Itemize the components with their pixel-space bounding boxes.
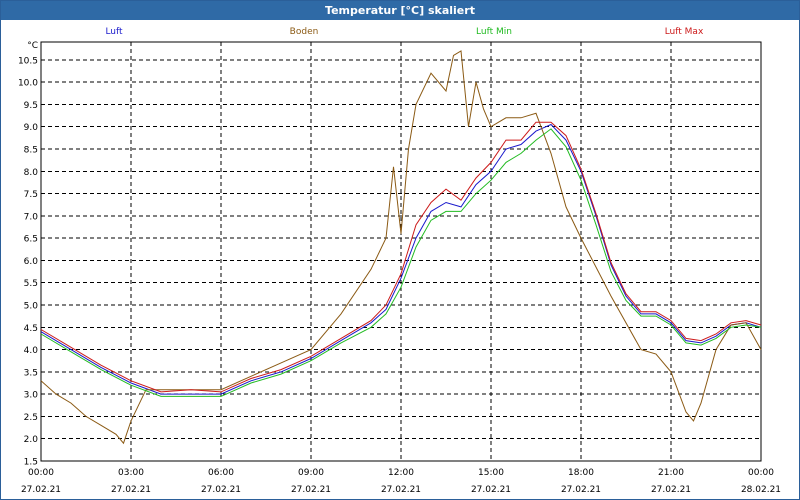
y-tick-label: 2.0 (24, 435, 39, 445)
x-tick-time-label: 12:00 (388, 468, 414, 478)
y-tick-label: 7.0 (24, 212, 39, 222)
y-tick-label: 10.5 (18, 56, 38, 66)
legend-entry-luft-max: Luft Max (665, 27, 704, 37)
x-tick-date-label: 27.02.21 (471, 485, 511, 495)
x-tick-time-label: 03:00 (118, 468, 144, 478)
x-tick-time-label: 18:00 (568, 468, 594, 478)
x-tick-time-label: 00:00 (748, 468, 774, 478)
x-tick-date-label: 27.02.21 (21, 485, 61, 495)
legend-entry-boden: Boden (290, 27, 319, 37)
y-tick-label: 8.0 (24, 168, 39, 178)
y-tick-label: 4.0 (24, 346, 39, 356)
y-tick-label: 5.0 (24, 301, 39, 311)
x-tick-time-label: 06:00 (208, 468, 234, 478)
y-tick-label: 5.5 (24, 279, 38, 289)
x-tick-time-label: 21:00 (658, 468, 684, 478)
legend-entry-luft: Luft (105, 27, 123, 37)
y-tick-label: 1.5 (24, 458, 38, 468)
x-tick-date-label: 28.02.21 (741, 485, 781, 495)
x-tick-date-label: 27.02.21 (291, 485, 331, 495)
y-tick-label: 3.5 (24, 368, 38, 378)
x-tick-time-label: 15:00 (478, 468, 504, 478)
y-tick-label: 6.5 (24, 235, 38, 245)
y-tick-label: 4.5 (24, 324, 38, 334)
y-tick-label: 10.0 (18, 79, 38, 89)
legend-entry-luft-min: Luft Min (476, 27, 512, 37)
x-tick-time-label: 09:00 (298, 468, 324, 478)
y-tick-label: 2.5 (24, 413, 38, 423)
y-tick-label: 8.5 (24, 145, 38, 155)
y-axis-unit-label: °C (27, 41, 38, 51)
x-tick-date-label: 27.02.21 (201, 485, 241, 495)
y-tick-label: 9.5 (24, 101, 38, 111)
x-tick-date-label: 27.02.21 (381, 485, 421, 495)
x-tick-time-label: 00:00 (28, 468, 54, 478)
x-tick-date-label: 27.02.21 (561, 485, 601, 495)
chart-window: Temperatur [°C] skaliert 1.5 2.0 2.5 3.0 3.5… (0, 0, 800, 500)
y-tick-label: 3.0 (24, 391, 39, 401)
y-tick-label: 6.0 (24, 257, 39, 267)
temperature-chart: 1.5 2.0 2.5 3.0 3.5 4.0 4.5 5.0 5.5 6.0 6.5 7.0 7.5 8… (18, 27, 781, 495)
y-tick-label: 7.5 (24, 190, 38, 200)
window-title: Temperatur [°C] skaliert (1, 1, 799, 20)
x-tick-date-label: 27.02.21 (651, 485, 691, 495)
y-tick-label: 9.0 (24, 123, 39, 133)
x-tick-date-label: 27.02.21 (111, 485, 151, 495)
